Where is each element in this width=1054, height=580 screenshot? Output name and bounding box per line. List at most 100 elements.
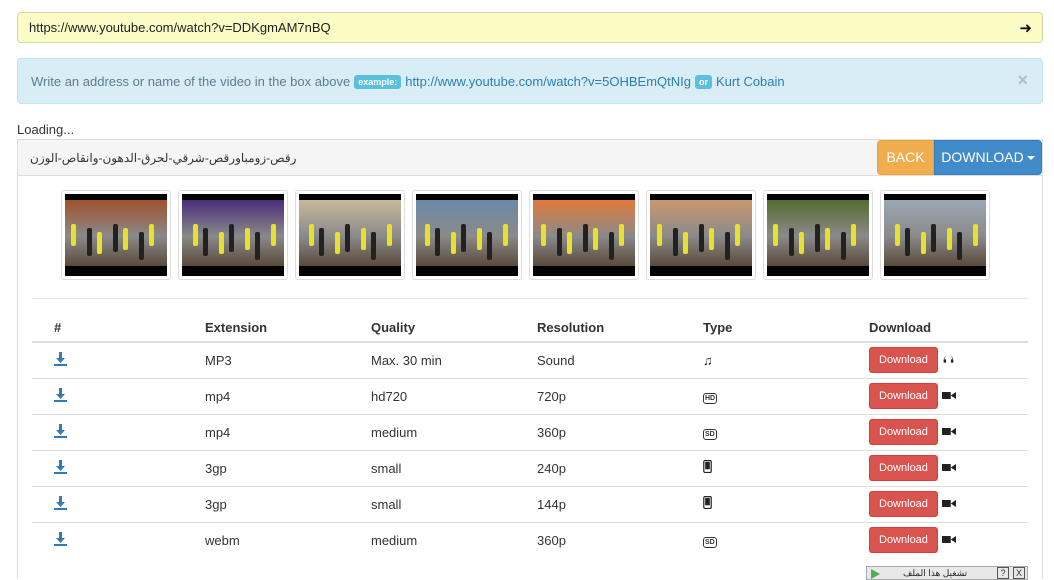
close-icon[interactable]: X bbox=[1013, 567, 1025, 579]
download-dropdown-button[interactable]: DOWNLOAD bbox=[934, 140, 1042, 175]
type-cell: SD bbox=[703, 413, 869, 450]
dancer-figure bbox=[245, 228, 250, 250]
hd-icon: HD bbox=[703, 393, 718, 404]
thumbnail-image bbox=[767, 194, 869, 276]
video-thumbnail[interactable] bbox=[178, 190, 288, 280]
quality-cell: small bbox=[371, 449, 537, 486]
dancer-figure bbox=[789, 228, 794, 256]
row-download-cell bbox=[32, 521, 205, 558]
dancer-figure bbox=[673, 228, 678, 256]
play-icon[interactable] bbox=[871, 569, 880, 579]
table-row: mp4 hd720 720p HD Download bbox=[32, 377, 1028, 414]
table-row: webm medium 360p SD Download bbox=[32, 521, 1028, 558]
video-thumbnail[interactable] bbox=[529, 190, 639, 280]
dancer-figure bbox=[203, 228, 208, 256]
quality-cell: medium bbox=[371, 521, 537, 558]
dancer-figure bbox=[947, 228, 952, 250]
row-download-cell bbox=[32, 377, 205, 414]
dancer-figure bbox=[657, 224, 662, 246]
dancer-figure bbox=[725, 232, 730, 260]
download-cell: Download bbox=[869, 413, 1028, 450]
arrow-right-icon[interactable]: ➜ bbox=[1019, 19, 1032, 37]
download-icon[interactable] bbox=[54, 495, 67, 513]
dancer-figure bbox=[683, 232, 688, 254]
download-icon[interactable] bbox=[54, 531, 67, 549]
row-download-cell bbox=[32, 341, 205, 378]
close-icon[interactable]: × bbox=[1017, 70, 1028, 91]
dancer-figure bbox=[123, 228, 128, 250]
video-thumbnail[interactable] bbox=[880, 190, 990, 280]
video-thumbnail[interactable] bbox=[295, 190, 405, 280]
download-button[interactable]: Download bbox=[869, 491, 938, 517]
download-button[interactable]: Download bbox=[869, 419, 938, 445]
table-row: 3gp small 144p Download bbox=[32, 485, 1028, 522]
row-download-cell bbox=[32, 485, 205, 522]
dancer-figure bbox=[593, 228, 598, 250]
extension-cell: mp4 bbox=[205, 377, 371, 414]
video-thumbnail[interactable] bbox=[763, 190, 873, 280]
download-button[interactable]: Download bbox=[869, 455, 938, 481]
download-icon[interactable] bbox=[54, 459, 67, 477]
mobile-icon bbox=[703, 495, 712, 512]
extension-cell: 3gp bbox=[205, 449, 371, 486]
dancer-figure bbox=[97, 232, 102, 254]
dancer-figure bbox=[87, 228, 92, 256]
ad-label[interactable]: تشغيل هذا الملف bbox=[903, 568, 967, 579]
dancer-figure bbox=[335, 232, 340, 254]
resolution-cell: 360p bbox=[537, 521, 703, 558]
example-name-link[interactable]: Kurt Cobain bbox=[716, 74, 785, 89]
dancer-figure bbox=[583, 224, 588, 252]
type-cell: ♫ bbox=[703, 341, 869, 378]
thumbnail-scene bbox=[416, 200, 518, 266]
quality-cell: hd720 bbox=[371, 377, 537, 414]
caret-down-icon bbox=[1026, 156, 1035, 161]
video-camera-icon bbox=[941, 497, 956, 512]
table-header-row: # Extension Quality Resolution Type Down… bbox=[32, 310, 1028, 343]
resolution-cell: 360p bbox=[537, 413, 703, 450]
video-camera-icon bbox=[941, 425, 956, 440]
dancer-figure bbox=[193, 224, 198, 246]
dancer-figure bbox=[477, 228, 482, 250]
dancer-figure bbox=[71, 224, 76, 246]
video-thumbnail[interactable] bbox=[646, 190, 756, 280]
example-link[interactable]: http://www.youtube.com/watch?v=5OHBEmQtN… bbox=[405, 74, 691, 89]
url-text[interactable]: https://www.youtube.com/watch?v=DDKgmAM7… bbox=[29, 20, 331, 35]
dancer-figure bbox=[773, 224, 778, 246]
row-download-cell bbox=[32, 413, 205, 450]
col-header: Resolution bbox=[537, 310, 703, 343]
video-camera-icon bbox=[941, 461, 956, 476]
example-badge: example: bbox=[354, 74, 402, 89]
quality-cell: small bbox=[371, 485, 537, 522]
download-cell: Download bbox=[869, 377, 1028, 414]
dancer-figure bbox=[957, 232, 962, 260]
download-icon[interactable] bbox=[54, 387, 67, 405]
video-title: رقص-زومباورقص-شرقي-لحرق-الدهون-وانقاص-ال… bbox=[30, 151, 297, 165]
video-camera-icon bbox=[941, 533, 956, 548]
dancer-figure bbox=[921, 232, 926, 254]
thumbnail-strip bbox=[61, 190, 990, 280]
download-icon[interactable] bbox=[54, 423, 67, 441]
col-header: Extension bbox=[205, 310, 371, 343]
dancer-figure bbox=[541, 224, 546, 246]
video-camera-icon bbox=[941, 389, 956, 404]
download-cell: Download bbox=[869, 341, 1028, 378]
download-button[interactable]: Download bbox=[869, 527, 938, 554]
thumbnail-image bbox=[182, 194, 284, 276]
dancer-figure bbox=[619, 224, 624, 246]
type-cell bbox=[703, 449, 869, 486]
dancer-figure bbox=[371, 232, 376, 260]
video-thumbnail[interactable] bbox=[61, 190, 171, 280]
video-thumbnail[interactable] bbox=[412, 190, 522, 280]
back-button[interactable]: BACK bbox=[877, 140, 934, 175]
download-button[interactable]: Download bbox=[869, 347, 938, 374]
help-icon[interactable]: ? bbox=[997, 567, 1009, 579]
dancer-figure bbox=[609, 232, 614, 260]
url-input[interactable]: https://www.youtube.com/watch?v=DDKgmAM7… bbox=[17, 12, 1043, 43]
resolution-cell: 240p bbox=[537, 449, 703, 486]
dancer-figure bbox=[219, 232, 224, 254]
download-icon[interactable] bbox=[54, 351, 67, 369]
download-button[interactable]: Download bbox=[869, 383, 938, 409]
dancer-figure bbox=[799, 232, 804, 254]
table-row: 3gp small 240p Download bbox=[32, 449, 1028, 486]
dancer-figure bbox=[139, 232, 144, 260]
